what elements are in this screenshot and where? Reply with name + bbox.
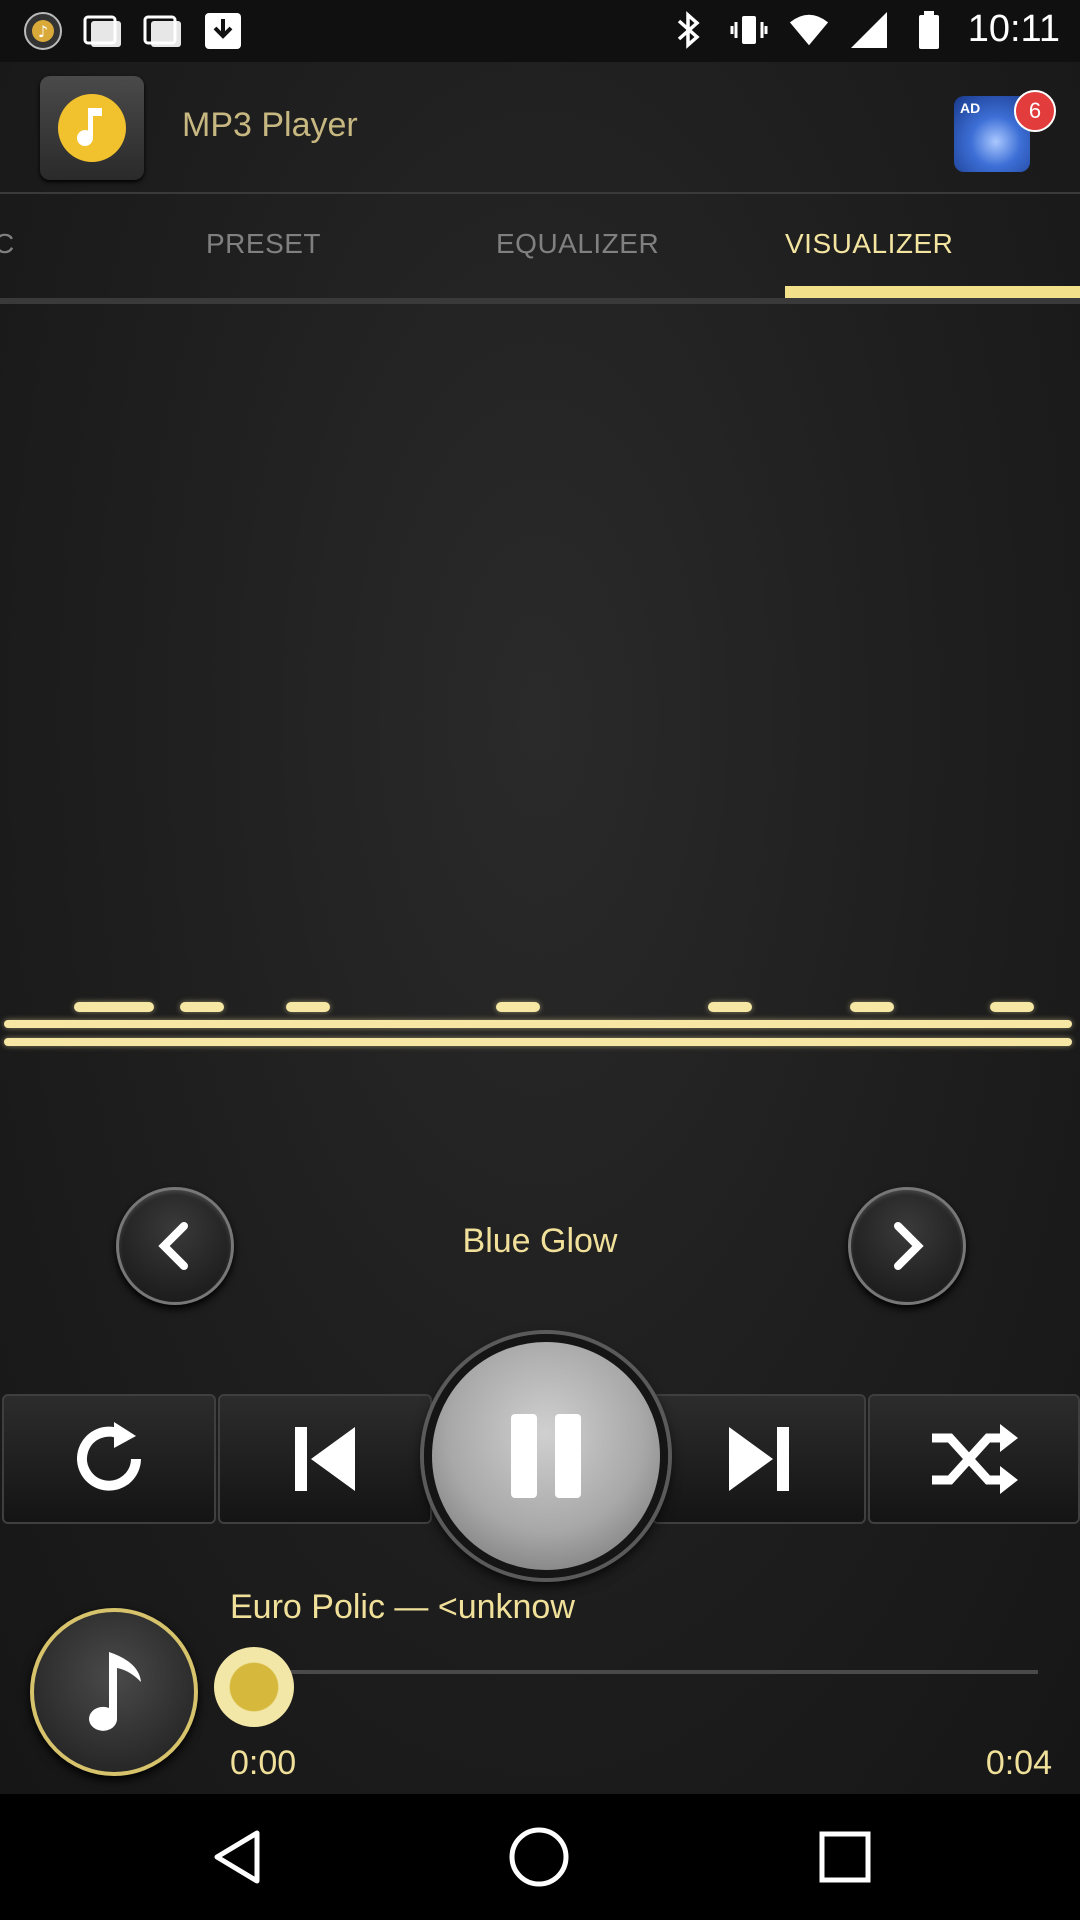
recents-square-icon	[819, 1831, 871, 1883]
vis-line-top	[4, 1020, 1072, 1028]
notification-download-icon	[202, 10, 244, 52]
tab-bar: C PRESET EQUALIZER VISUALIZER	[0, 194, 1080, 304]
next-button[interactable]	[652, 1394, 866, 1524]
vis-peak	[74, 1002, 154, 1012]
status-time: 10:11	[967, 8, 1060, 50]
album-art-button[interactable]	[30, 1608, 198, 1776]
notification-app-icon: ♪	[22, 10, 64, 52]
previous-icon	[295, 1427, 355, 1491]
music-note-icon	[89, 1652, 141, 1731]
back-button[interactable]	[204, 1824, 270, 1890]
wifi-icon	[788, 9, 830, 51]
visualizer-display	[0, 990, 1080, 1050]
next-visualizer-button[interactable]	[848, 1187, 966, 1305]
pause-button[interactable]	[424, 1334, 668, 1578]
vis-peak	[180, 1002, 224, 1012]
home-circle-icon	[509, 1827, 569, 1887]
app-title: MP3 Player	[182, 106, 358, 144]
cell-signal-icon	[848, 9, 890, 51]
recents-button[interactable]	[812, 1824, 878, 1890]
track-title: Euro Polic — <unknow	[230, 1588, 575, 1626]
previous-button[interactable]	[218, 1394, 432, 1524]
vis-peak	[286, 1002, 330, 1012]
notification-gallery-icon	[82, 10, 124, 52]
navigation-bar	[0, 1794, 1080, 1920]
pause-icon	[511, 1414, 581, 1498]
vis-peak	[496, 1002, 540, 1012]
app-logo[interactable]	[40, 76, 144, 180]
tab-preset[interactable]: PRESET	[206, 228, 321, 260]
tab-equalizer[interactable]: EQUALIZER	[496, 228, 659, 260]
music-note-icon	[58, 94, 126, 162]
notification-gallery-icon-2	[142, 10, 184, 52]
ad-count-badge: 6	[1014, 90, 1056, 132]
vis-line-bottom	[4, 1038, 1072, 1046]
tab-active-indicator	[785, 286, 1080, 298]
battery-icon	[908, 9, 950, 51]
total-duration: 0:04	[985, 1744, 1052, 1782]
status-bar: ♪ 10:11	[0, 0, 1080, 62]
bluetooth-icon	[668, 9, 710, 51]
chevron-right-icon	[894, 1222, 924, 1270]
repeat-button[interactable]	[2, 1394, 216, 1524]
shuffle-icon	[932, 1424, 1018, 1494]
app-header: MP3 Player AD 6	[0, 62, 1080, 194]
vis-peak	[850, 1002, 894, 1012]
tab-music[interactable]: C	[0, 228, 15, 260]
elapsed-time: 0:00	[230, 1744, 297, 1782]
tab-visualizer[interactable]: VISUALIZER	[785, 228, 953, 260]
vis-peak	[708, 1002, 752, 1012]
svg-text:♪: ♪	[38, 22, 48, 41]
vibrate-icon	[728, 9, 770, 51]
shuffle-button[interactable]	[868, 1394, 1080, 1524]
seek-thumb[interactable]	[214, 1647, 294, 1727]
next-icon	[729, 1427, 789, 1491]
back-triangle-icon	[214, 1830, 260, 1884]
vis-peak	[990, 1002, 1034, 1012]
home-button[interactable]	[506, 1824, 572, 1890]
repeat-icon	[77, 1422, 141, 1491]
seek-bar[interactable]	[228, 1670, 1038, 1674]
ad-label: AD	[960, 100, 981, 116]
